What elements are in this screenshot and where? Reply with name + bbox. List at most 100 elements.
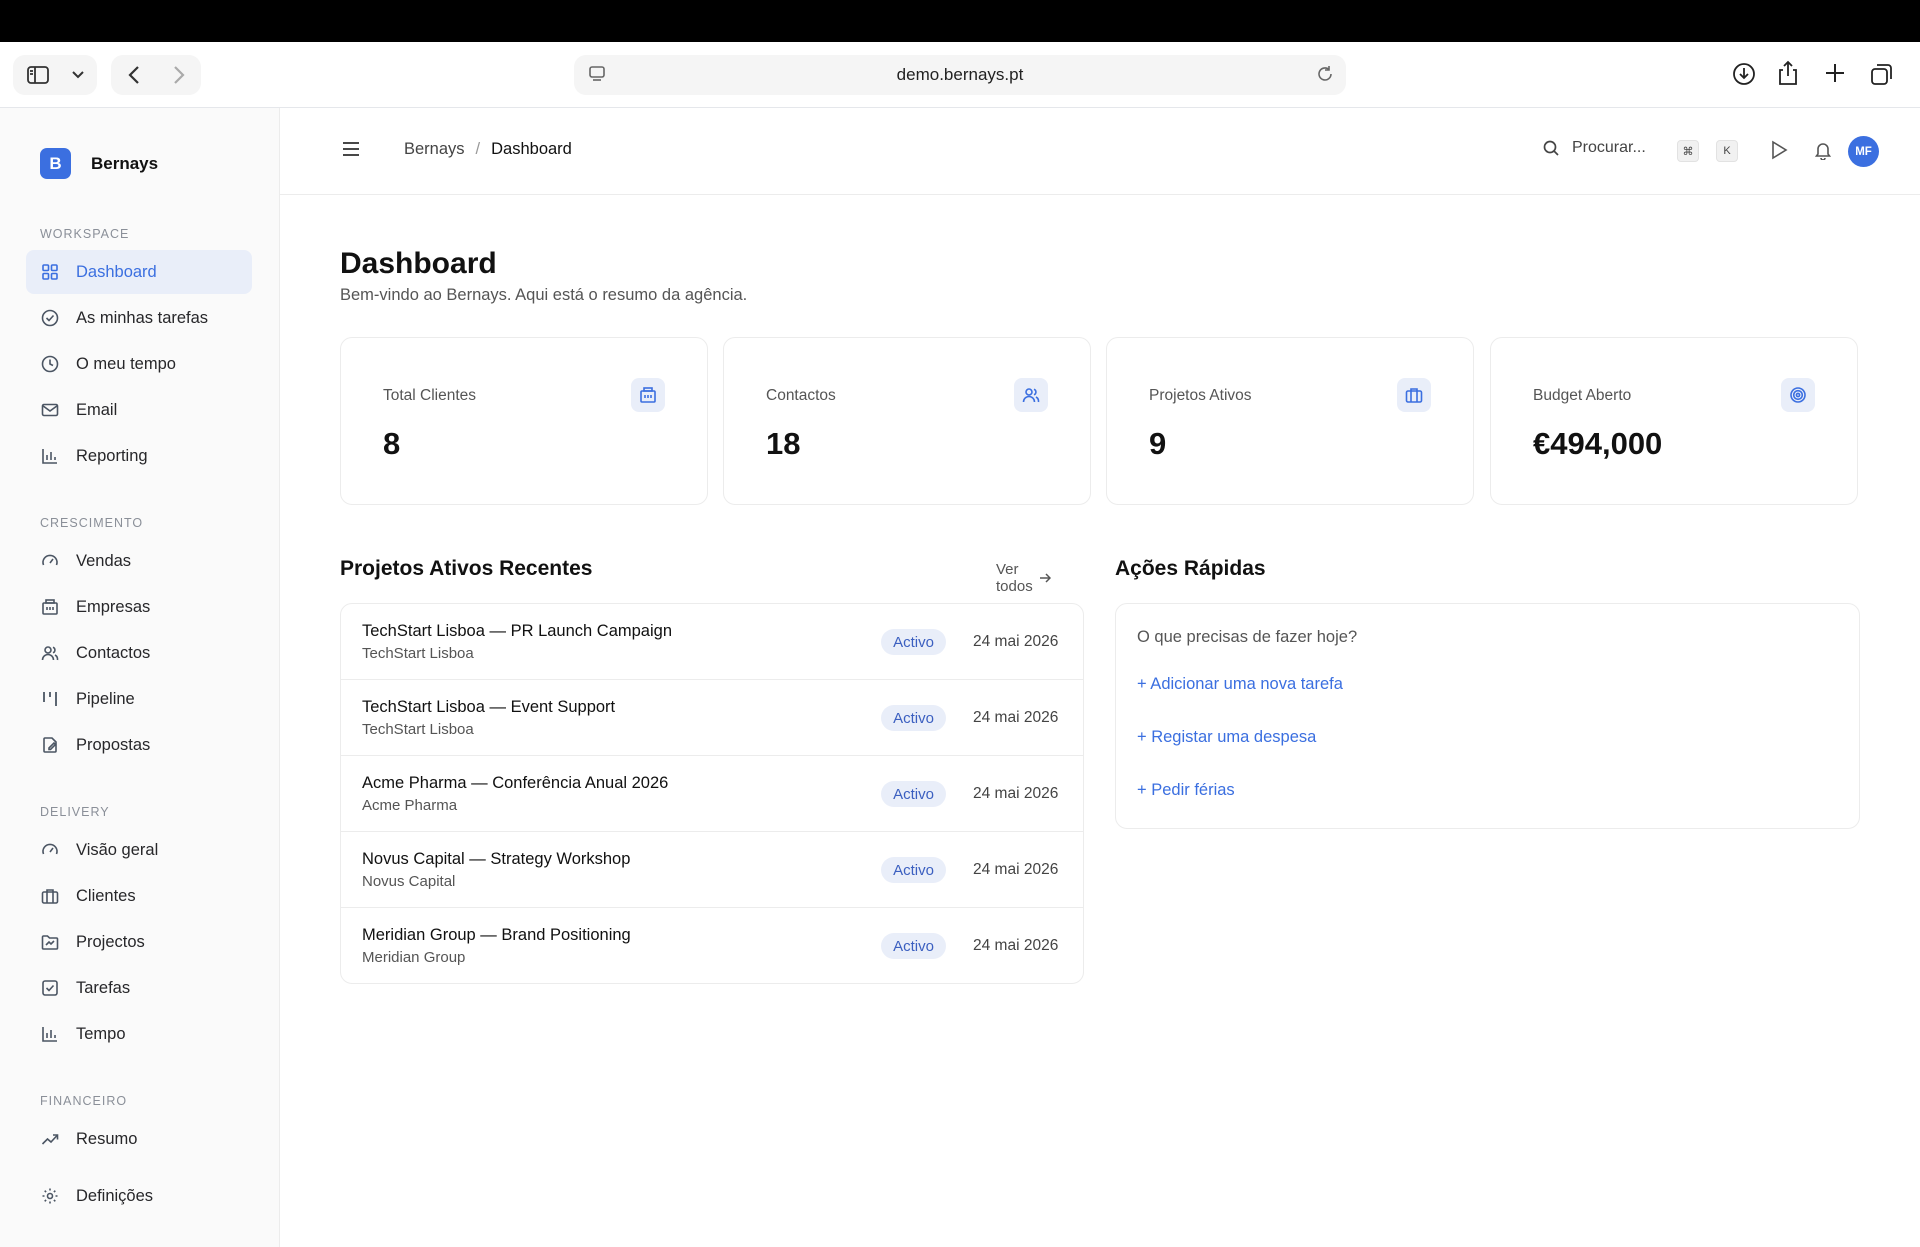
trending-up-icon: [40, 1129, 60, 1149]
sidebar-item-label: O meu tempo: [76, 354, 176, 373]
stat-card-contactos: Contactos 18: [723, 337, 1091, 505]
sidebar-item-propostas[interactable]: Propostas: [26, 723, 252, 767]
play-icon[interactable]: [1770, 140, 1788, 160]
sidebar: B Bernays WORKSPACE Dashboard As minhas …: [0, 108, 280, 1247]
sidebar-item-label: Dashboard: [76, 262, 157, 281]
section-title-financeiro: FINANCEIRO: [40, 1094, 128, 1108]
building-icon: [631, 378, 665, 412]
chevron-down-icon[interactable]: [63, 55, 93, 95]
sidebar-item-tempo[interactable]: Tempo: [26, 1012, 252, 1056]
gauge-icon: [40, 840, 60, 860]
register-expense-link[interactable]: + Registar uma despesa: [1137, 728, 1316, 747]
check-circle-icon: [40, 308, 60, 328]
list-item[interactable]: Novus Capital — Strategy Workshop Novus …: [341, 832, 1083, 908]
stat-card-total-clientes: Total Clientes 8: [340, 337, 708, 505]
sidebar-item-tarefas[interactable]: Tarefas: [26, 966, 252, 1010]
status-badge: Activo: [881, 933, 946, 959]
list-item[interactable]: TechStart Lisboa — PR Launch Campaign Te…: [341, 604, 1083, 680]
project-title: TechStart Lisboa — Event Support: [362, 698, 616, 716]
sidebar-item-label: Clientes: [76, 886, 136, 905]
sidebar-item-reporting[interactable]: Reporting: [26, 434, 252, 478]
section-title-workspace: WORKSPACE: [40, 227, 130, 241]
browser-toolbar: demo.bernays.pt: [0, 42, 1920, 108]
app-logo[interactable]: B Bernays: [40, 148, 158, 179]
sidebar-item-resumo[interactable]: Resumo: [26, 1117, 252, 1161]
sidebar-item-pipeline[interactable]: Pipeline: [26, 677, 252, 721]
sidebar-item-label: Visão geral: [76, 840, 159, 859]
list-item[interactable]: Acme Pharma — Conferência Anual 2026 Acm…: [341, 756, 1083, 832]
sidebar-toggle-icon[interactable]: [13, 55, 63, 95]
sidebar-item-my-tasks[interactable]: As minhas tarefas: [26, 296, 252, 340]
project-title: Acme Pharma — Conferência Anual 2026: [362, 774, 669, 792]
clock-icon: [40, 354, 60, 374]
tabs-overview-icon[interactable]: [1870, 62, 1894, 86]
sidebar-item-projectos[interactable]: Projectos: [26, 920, 252, 964]
quick-actions-title: Ações Rápidas: [1115, 557, 1266, 580]
sidebar-item-my-time[interactable]: O meu tempo: [26, 342, 252, 386]
kbd-k: K: [1716, 140, 1738, 162]
list-item[interactable]: TechStart Lisboa — Event Support TechSta…: [341, 680, 1083, 756]
check-square-icon: [40, 978, 60, 998]
forward-icon[interactable]: [156, 55, 201, 95]
briefcase-icon: [40, 886, 60, 906]
menu-icon[interactable]: [342, 141, 360, 157]
sidebar-item-visao-geral[interactable]: Visão geral: [26, 828, 252, 872]
stat-label: Budget Aberto: [1533, 387, 1632, 404]
stat-value: 9: [1149, 426, 1167, 461]
sidebar-item-settings[interactable]: Definições: [26, 1174, 252, 1218]
stat-value: 18: [766, 426, 801, 461]
list-item[interactable]: Meridian Group — Brand Positioning Merid…: [341, 908, 1083, 983]
breadcrumb-root[interactable]: Bernays: [404, 140, 465, 159]
sidebar-item-vendas[interactable]: Vendas: [26, 539, 252, 583]
sidebar-toggle-group: [13, 55, 97, 95]
building-icon: [40, 597, 60, 617]
share-icon[interactable]: [1777, 60, 1799, 86]
view-all-link[interactable]: Ver todos: [996, 561, 1051, 595]
stat-card-budget-aberto: Budget Aberto €494,000: [1490, 337, 1858, 505]
sidebar-item-empresas[interactable]: Empresas: [26, 585, 252, 629]
gear-icon: [40, 1186, 60, 1206]
nav-buttons-group: [111, 55, 201, 95]
sidebar-item-contactos[interactable]: Contactos: [26, 631, 252, 675]
sidebar-item-label: Vendas: [76, 551, 132, 570]
sidebar-item-clientes[interactable]: Clientes: [26, 874, 252, 918]
project-client: Novus Capital: [362, 873, 456, 890]
sidebar-item-dashboard[interactable]: Dashboard: [26, 250, 252, 294]
project-date: 24 mai 2026: [973, 785, 1059, 802]
add-task-link[interactable]: + Adicionar uma nova tarefa: [1137, 675, 1343, 694]
quick-actions-question: O que precisas de fazer hoje?: [1137, 628, 1358, 646]
bar-chart-icon: [40, 1024, 60, 1044]
reload-icon[interactable]: [1316, 65, 1334, 83]
file-edit-icon: [40, 735, 60, 755]
address-bar[interactable]: demo.bernays.pt: [574, 55, 1346, 95]
projects-list: TechStart Lisboa — PR Launch Campaign Te…: [340, 603, 1084, 984]
back-icon[interactable]: [111, 55, 156, 95]
new-tab-icon[interactable]: [1824, 62, 1846, 84]
project-date: 24 mai 2026: [973, 633, 1059, 650]
projects-section-title: Projetos Ativos Recentes: [340, 557, 593, 580]
page-settings-icon[interactable]: [588, 65, 606, 83]
avatar[interactable]: MF: [1848, 136, 1879, 167]
gauge-icon: [40, 551, 60, 571]
download-icon[interactable]: [1732, 62, 1756, 86]
page-subtitle: Bem-vindo ao Bernays. Aqui está o resumo…: [340, 286, 748, 304]
request-vacation-link[interactable]: + Pedir férias: [1137, 781, 1235, 800]
breadcrumb-separator: /: [475, 140, 481, 158]
sidebar-item-email[interactable]: Email: [26, 388, 252, 432]
search-placeholder: Procurar...: [1572, 139, 1646, 156]
bell-icon[interactable]: [1813, 140, 1833, 160]
app-header: Bernays / Dashboard Procurar... ⌘ K MF: [280, 108, 1920, 195]
mail-icon: [40, 400, 60, 420]
section-title-crescimento: CRESCIMENTO: [40, 516, 144, 530]
bar-chart-icon: [40, 446, 60, 466]
project-title: Novus Capital — Strategy Workshop: [362, 850, 631, 868]
status-badge: Activo: [881, 629, 946, 655]
sidebar-item-label: Propostas: [76, 735, 151, 754]
sidebar-item-label: As minhas tarefas: [76, 308, 209, 327]
project-client: Acme Pharma: [362, 797, 458, 814]
page-title: Dashboard: [340, 247, 497, 280]
stat-label: Contactos: [766, 387, 836, 404]
search-input[interactable]: Procurar...: [1542, 139, 1646, 157]
section-title-delivery: DELIVERY: [40, 805, 110, 819]
app-name: Bernays: [91, 153, 159, 173]
